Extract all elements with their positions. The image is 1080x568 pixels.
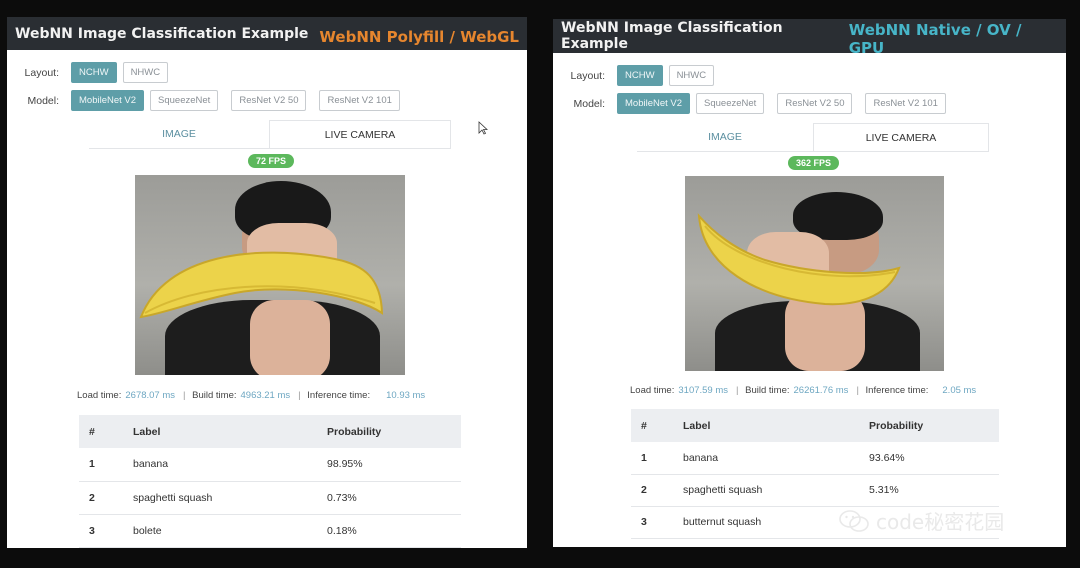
col-label: Label bbox=[673, 409, 859, 442]
build-time-value: 4963.21 ms bbox=[240, 390, 291, 401]
row-probability: 98.95% bbox=[317, 448, 461, 482]
row-probability: 5.31% bbox=[859, 474, 999, 507]
table-row: 3 bolete 0.18% bbox=[79, 514, 461, 548]
build-time-label: Build time: bbox=[745, 385, 790, 396]
layout-label: Layout: bbox=[570, 69, 605, 82]
row-label: spaghetti squash bbox=[673, 474, 859, 507]
inference-time-value: 2.05 ms bbox=[942, 385, 977, 396]
model-mobilenet-button[interactable]: MobileNet V2 bbox=[71, 90, 145, 111]
layout-row: Layout: NCHW NHWC bbox=[553, 65, 720, 86]
table-header: # Label Probability bbox=[79, 415, 461, 448]
build-time-label: Build time: bbox=[192, 390, 237, 401]
row-probability: 93.64% bbox=[859, 442, 999, 475]
row-label: banana bbox=[673, 442, 859, 475]
col-rank: # bbox=[79, 415, 123, 448]
title-bar: WebNN Image Classification Example WebNN… bbox=[7, 17, 527, 50]
fps-badge: 72 FPS bbox=[248, 154, 295, 168]
row-rank: 2 bbox=[631, 474, 673, 507]
col-label: Label bbox=[123, 415, 317, 448]
camera-feed bbox=[135, 175, 405, 375]
layout-row: Layout: NCHW NHWC bbox=[7, 62, 174, 83]
model-mobilenet-button[interactable]: MobileNet V2 bbox=[617, 93, 691, 114]
model-label: Model: bbox=[573, 97, 605, 110]
col-rank: # bbox=[631, 409, 673, 442]
title-bar: WebNN Image Classification Example WebNN… bbox=[553, 19, 1066, 57]
row-rank: 1 bbox=[631, 442, 673, 475]
table-header: # Label Probability bbox=[631, 409, 999, 442]
layout-nchw-button[interactable]: NCHW bbox=[71, 62, 117, 83]
col-probability: Probability bbox=[317, 415, 461, 448]
input-tabs: IMAGE LIVE CAMERA bbox=[89, 120, 451, 149]
mouse-cursor-icon bbox=[478, 121, 488, 135]
row-label: banana bbox=[123, 448, 317, 482]
camera-feed bbox=[685, 176, 944, 371]
app-title: WebNN Image Classification Example bbox=[561, 20, 783, 52]
app-title: WebNN Image Classification Example bbox=[15, 25, 309, 42]
load-time-value: 3107.59 ms bbox=[678, 385, 729, 396]
tab-live-camera[interactable]: LIVE CAMERA bbox=[813, 123, 989, 151]
table-row: 2 spaghetti squash 0.73% bbox=[79, 481, 461, 515]
banana-image bbox=[697, 213, 901, 306]
model-squeezenet-button[interactable]: SqueezeNet bbox=[150, 90, 219, 111]
row-rank: 2 bbox=[79, 481, 123, 515]
timing-stats: Load time: 2678.07 ms | Build time: 4963.21… bbox=[77, 390, 426, 401]
load-time-label: Load time: bbox=[630, 385, 675, 396]
tab-image[interactable]: IMAGE bbox=[637, 123, 813, 151]
layout-label: Layout: bbox=[24, 66, 59, 79]
row-rank: 1 bbox=[79, 448, 123, 482]
model-row: Model: MobileNet V2 SqueezeNet ResNet V2… bbox=[553, 93, 952, 114]
row-label: butternut squash bbox=[673, 506, 859, 539]
row-probability: 0.18% bbox=[317, 514, 461, 548]
fps-badge: 362 FPS bbox=[788, 156, 840, 170]
load-time-value: 2678.07 ms bbox=[125, 390, 176, 401]
row-rank: 3 bbox=[631, 506, 673, 539]
row-probability: 0.73% bbox=[317, 481, 461, 515]
model-label: Model: bbox=[27, 94, 59, 107]
load-time-label: Load time: bbox=[77, 390, 122, 401]
input-tabs: IMAGE LIVE CAMERA bbox=[637, 123, 989, 152]
model-row: Model: MobileNet V2 SqueezeNet ResNet V2… bbox=[7, 90, 406, 111]
results-table: # Label Probability 1 banana 98.95% 2 sp… bbox=[79, 415, 461, 548]
backend-label: WebNN Polyfill / WebGL bbox=[319, 27, 519, 46]
watermark-text: code秘密花园 bbox=[876, 510, 1005, 534]
native-demo-window: WebNN Image Classification Example WebNN… bbox=[553, 19, 1066, 547]
watermark: code秘密花园 bbox=[838, 506, 1004, 535]
model-resnet50-button[interactable]: ResNet V2 50 bbox=[231, 90, 307, 111]
table-row: 1 banana 93.64% bbox=[631, 442, 999, 475]
row-label: bolete bbox=[123, 514, 317, 548]
inference-time-value: 10.93 ms bbox=[386, 390, 426, 401]
row-label: spaghetti squash bbox=[123, 481, 317, 515]
model-squeezenet-button[interactable]: SqueezeNet bbox=[696, 93, 765, 114]
table-row: 1 banana 98.95% bbox=[79, 448, 461, 482]
wechat-icon bbox=[839, 509, 869, 532]
tab-live-camera[interactable]: LIVE CAMERA bbox=[269, 120, 451, 148]
table-row: 2 spaghetti squash 5.31% bbox=[631, 474, 999, 507]
inference-time-label: Inference time: bbox=[307, 390, 371, 401]
timing-stats: Load time: 3107.59 ms | Build time: 26261.7… bbox=[630, 385, 977, 396]
layout-nchw-button[interactable]: NCHW bbox=[617, 65, 663, 86]
backend-label: WebNN Native / OV / GPU bbox=[848, 21, 1022, 57]
model-resnet50-button[interactable]: ResNet V2 50 bbox=[777, 93, 853, 114]
layout-nhwc-button[interactable]: NHWC bbox=[668, 65, 715, 86]
banana-image bbox=[139, 251, 384, 319]
row-rank: 3 bbox=[79, 514, 123, 548]
model-resnet101-button[interactable]: ResNet V2 101 bbox=[319, 90, 400, 111]
col-probability: Probability bbox=[859, 409, 999, 442]
inference-time-label: Inference time: bbox=[865, 385, 929, 396]
model-resnet101-button[interactable]: ResNet V2 101 bbox=[865, 93, 946, 114]
polyfill-demo-window: WebNN Image Classification Example WebNN… bbox=[7, 17, 527, 548]
build-time-value: 26261.76 ms bbox=[793, 385, 849, 396]
layout-nhwc-button[interactable]: NHWC bbox=[122, 62, 169, 83]
tab-image[interactable]: IMAGE bbox=[89, 120, 269, 148]
